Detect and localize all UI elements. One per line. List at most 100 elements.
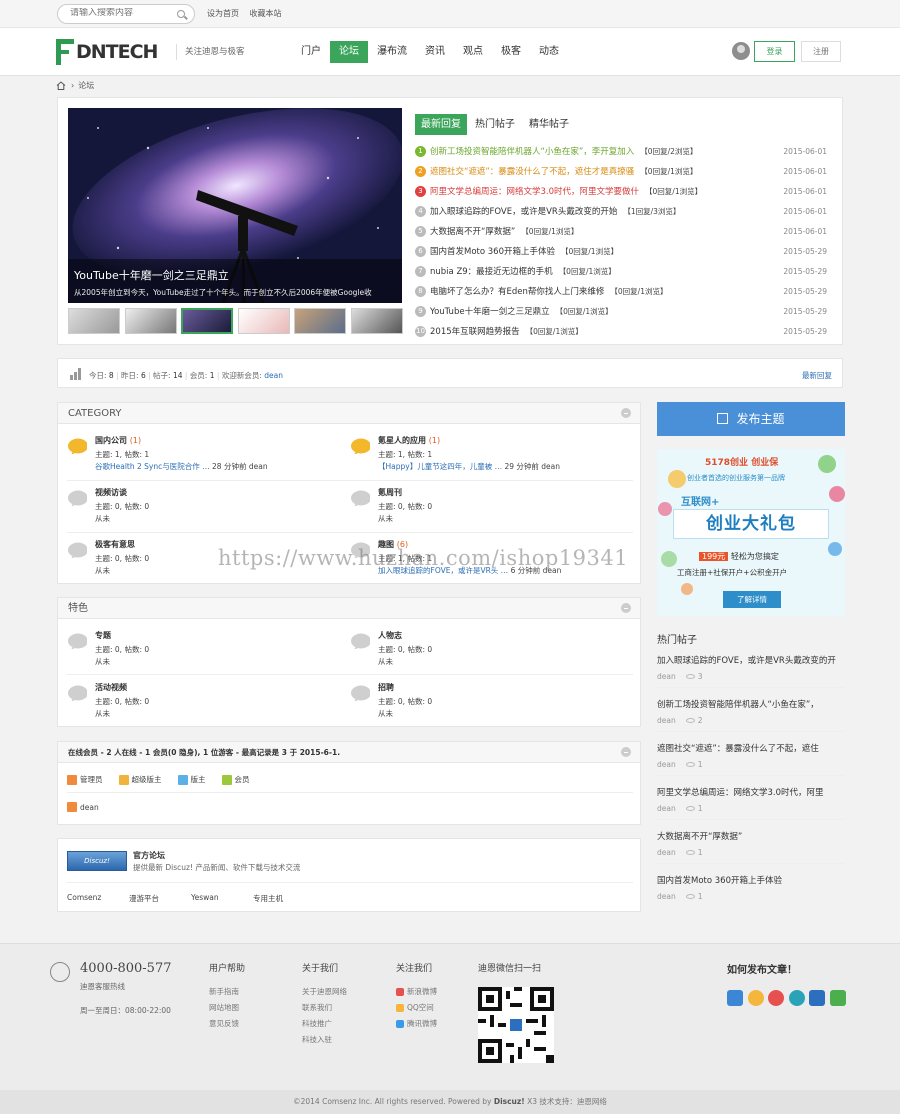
share-wechat-icon[interactable] [829, 990, 846, 1006]
tab-hot-posts[interactable]: 热门帖子 [469, 114, 521, 135]
hot-post-author[interactable]: dean [657, 848, 676, 857]
thumbnail[interactable] [68, 308, 120, 334]
forum-name-link[interactable]: 专题 [95, 630, 111, 641]
rank-badge: 9 [415, 306, 426, 317]
share-pinterest-icon[interactable] [788, 990, 805, 1006]
post-title-link[interactable]: 2015年互联网趋势报告 [430, 324, 520, 340]
thumbnail[interactable] [294, 308, 346, 334]
nav-forum[interactable]: 论坛 [330, 41, 368, 63]
hot-post-author[interactable]: dean [657, 760, 676, 769]
post-title-link[interactable]: 创新工场投资智能陪伴机器人“小鱼在家”，李开复加入 [430, 144, 634, 160]
link-item[interactable]: Comsenz [67, 893, 129, 904]
forum-name-link[interactable]: 招聘 [378, 682, 394, 693]
share-weibo-icon[interactable] [768, 990, 784, 1006]
slider[interactable]: YouTube十年磨一剑之三足鼎立 从2005年创立到今天，YouTube走过了… [68, 108, 402, 303]
online-user[interactable]: dean [80, 803, 99, 812]
post-title-link[interactable]: 遮图社交“遮遮”：暴露没什么了不起，遮住才是真撩骚 [430, 164, 634, 180]
hot-post-author[interactable]: dean [657, 892, 676, 901]
nav-opinion[interactable]: 观点 [454, 41, 492, 63]
collapse-icon[interactable] [621, 747, 631, 757]
footer-link[interactable]: 科技入驻 [302, 1032, 347, 1048]
thumbnail[interactable] [237, 308, 290, 334]
today-count: 8 [108, 371, 114, 380]
share-plus-icon[interactable] [727, 990, 743, 1006]
nav-geek[interactable]: 极客 [492, 41, 530, 63]
thumbnail[interactable] [350, 308, 403, 334]
login-button[interactable]: 登录 [754, 41, 795, 62]
forum-last-post: 谷歌Health 2 Sync与医院合作 … 28 分钟前 dean [95, 462, 268, 471]
bookmark-link[interactable]: 收藏本站 [250, 9, 282, 18]
hot-post-title[interactable]: 创新工场投资智能陪伴机器人“小鱼在家”， [657, 699, 845, 712]
home-icon[interactable] [56, 81, 66, 90]
forum-name-link[interactable]: 极客有意思 [95, 539, 135, 550]
thumbnail[interactable] [124, 308, 177, 334]
footer-link[interactable]: 意见反馈 [209, 1016, 245, 1032]
post-title-link[interactable]: 电脑坏了怎么办？有Eden帮你找人上门来维修 [430, 284, 604, 300]
last-post-link[interactable]: 谷歌Health 2 Sync与医院合作 … [95, 462, 210, 471]
hot-post-author[interactable]: dean [657, 672, 676, 681]
tab-digest-posts[interactable]: 精华帖子 [523, 114, 575, 135]
logo[interactable]: DNTECH [56, 38, 158, 66]
new-reply-link[interactable]: 最新回复 [802, 370, 832, 381]
forum-name-link[interactable]: 人物志 [378, 630, 402, 641]
qzone-link[interactable]: QQ空间 [396, 1000, 437, 1016]
rank-badge: 4 [415, 206, 426, 217]
search-input[interactable] [70, 8, 170, 18]
post-title-link[interactable]: 国内首发Moto 360开箱上手体验 [430, 244, 555, 260]
rank-badge: 1 [415, 146, 426, 157]
hot-post-author[interactable]: dean [657, 804, 676, 813]
set-homepage-link[interactable]: 设为首页 [207, 9, 239, 18]
forum-name-link[interactable]: 活动视频 [95, 682, 127, 693]
new-thread-button[interactable]: 发布主题 [657, 402, 845, 436]
search-box[interactable] [57, 4, 195, 24]
nav-news[interactable]: 资讯 [416, 41, 454, 63]
hot-post-title[interactable]: 国内首发Moto 360开箱上手体验 [657, 875, 845, 888]
thumbnail[interactable] [181, 308, 233, 334]
breadcrumb-current[interactable]: 论坛 [78, 80, 94, 91]
forum-name-link[interactable]: 视频访谈 [95, 487, 127, 498]
collapse-icon[interactable] [621, 603, 631, 613]
hot-post-title[interactable]: 大数据离不开“厚数据” [657, 831, 845, 844]
newest-member-link[interactable]: dean [264, 371, 283, 380]
footer-link[interactable]: 科技推广 [302, 1016, 347, 1032]
stats-text: 今日: 8 | 昨日: 6 | 帖子: 14 | 会员: 1 | 欢迎新会员: … [89, 371, 283, 380]
tencent-weibo-link[interactable]: 腾讯微博 [396, 1016, 437, 1032]
footer-link[interactable]: 新手指南 [209, 984, 245, 1000]
post-title-link[interactable]: 加入眼球追踪的FOVE，或许是VR头戴改变的开始 [430, 204, 617, 220]
search-icon[interactable] [177, 10, 185, 18]
discuz-badge[interactable]: Discuz! [67, 851, 127, 871]
nav-activity[interactable]: 动态 [530, 41, 568, 63]
link-item[interactable]: 漫游平台 [129, 893, 191, 904]
tab-latest-reply[interactable]: 最新回复 [415, 114, 467, 135]
weibo-link[interactable]: 新浪微博 [396, 984, 437, 1000]
share-renren-icon[interactable] [809, 990, 825, 1006]
hot-post-title[interactable]: 加入眼球追踪的FOVE，或许是VR头戴改变的开 [657, 655, 845, 668]
footer-link[interactable]: 联系我们 [302, 1000, 347, 1016]
collapse-icon[interactable] [621, 408, 631, 418]
forum-name-link[interactable]: 氪周刊 [378, 487, 402, 498]
ad-banner[interactable]: 5178创业 创业保 创业者首选的创业服务第一品牌 互联网+ 创业大礼包 199… [657, 449, 845, 616]
last-post-link[interactable]: 【Happy】儿童节这四年，儿童被 … [378, 462, 502, 471]
hot-post-title[interactable]: 遮图社交“遮遮”：暴露没什么了不起，遮住 [657, 743, 845, 756]
footer-link[interactable]: 关于迪恩网络 [302, 984, 347, 1000]
link-item[interactable]: Yeswan [191, 893, 253, 904]
post-title-link[interactable]: 大数据离不开“厚数据” [430, 224, 515, 240]
nav-waterfall[interactable]: 瀑布流 [368, 41, 416, 63]
footer-link[interactable]: 网站地图 [209, 1000, 245, 1016]
post-title-link[interactable]: 阿里文学总编周运：网络文学3.0时代，阿里文学要做什 [430, 184, 639, 200]
ad-cta-button[interactable]: 了解详情 [723, 591, 781, 608]
hot-post-author[interactable]: dean [657, 716, 676, 725]
post-title-link[interactable]: nubia Z9：最接近无边框的手机 [430, 264, 553, 280]
official-forum-title[interactable]: 官方论坛 [133, 850, 165, 861]
avatar-icon[interactable] [732, 42, 750, 60]
register-button[interactable]: 注册 [801, 41, 841, 62]
link-item[interactable]: 专用主机 [253, 893, 283, 904]
forum-name-link[interactable]: 国内公司 (1) [95, 435, 141, 446]
post-title-link[interactable]: YouTube十年磨一剑之三足鼎立 [430, 304, 550, 320]
nav-portal[interactable]: 门户 [292, 41, 330, 63]
discuz-link[interactable]: Discuz! [494, 1097, 525, 1106]
hot-post-title[interactable]: 阿里文学总编周运：网络文学3.0时代，阿里 [657, 787, 845, 800]
share-qzone-icon[interactable] [747, 990, 764, 1006]
slider-title[interactable]: YouTube十年磨一剑之三足鼎立 [74, 267, 229, 283]
forum-name-link[interactable]: 氪星人的应用 (1) [378, 435, 440, 446]
